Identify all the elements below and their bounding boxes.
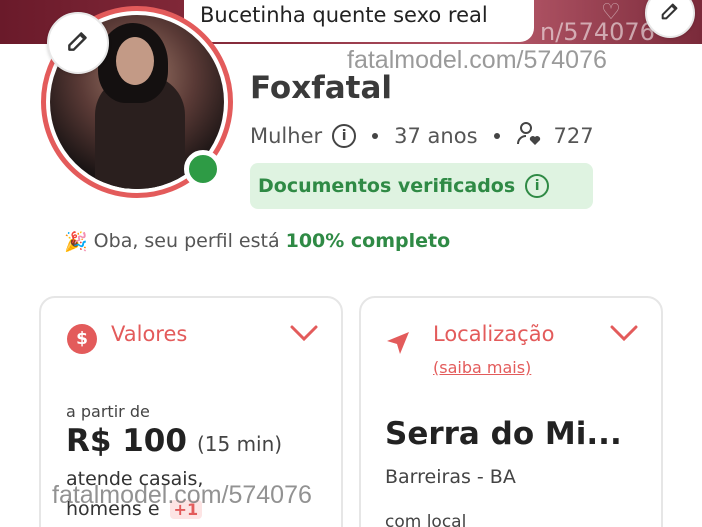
saiba-mais-link[interactable]: (saiba mais) <box>433 358 531 377</box>
navigation-arrow-icon <box>383 328 413 362</box>
localizacao-title: Localização <box>433 322 555 346</box>
bio-chip[interactable]: Bucetinha quente sexo real <box>184 0 534 42</box>
edit-avatar-button[interactable] <box>47 12 109 74</box>
online-status-dot <box>184 150 222 188</box>
info-icon[interactable]: i <box>332 124 357 148</box>
gender-label: Mulher <box>250 124 323 148</box>
verified-badge[interactable]: Documentos verificados i <box>250 163 593 209</box>
localizacao-card[interactable]: Localização (saiba mais) Serra do Mi... … <box>359 296 663 527</box>
followers-icon <box>516 121 544 152</box>
info-icon[interactable]: i <box>525 174 550 198</box>
separator-dot <box>493 133 500 139</box>
dollar-icon: $ <box>67 324 97 354</box>
price-duration: (15 min) <box>196 432 283 456</box>
price-value: R$ 100 <box>66 423 187 459</box>
chevron-down-icon[interactable] <box>609 324 639 346</box>
party-icon: 🎉 <box>64 230 88 253</box>
profile-completeness: 🎉 Oba, seu perfil está 100% completo <box>64 226 450 256</box>
chevron-down-icon[interactable] <box>289 324 319 346</box>
verified-label: Documentos verificados <box>258 175 516 197</box>
age-label: 37 anos <box>394 124 478 148</box>
completeness-percent: 100% completo <box>285 230 451 252</box>
profile-name: Foxfatal <box>250 70 392 106</box>
price-prefix: a partir de <box>66 402 150 421</box>
attend-location: com local <box>385 512 467 527</box>
avatar-face <box>116 37 154 85</box>
profile-meta: Mulher i 37 anos 727 <box>250 120 594 152</box>
separator-dot <box>372 133 379 139</box>
region-name: Barreiras - BA <box>385 466 516 488</box>
city-name: Serra do Mi... <box>385 416 622 452</box>
valores-title: Valores <box>111 322 188 346</box>
completeness-prefix: Oba, seu perfil está <box>93 230 280 252</box>
watermark-bottom: fatalmodel.com/574076 <box>52 481 312 509</box>
cover-watermark: n/574076 <box>540 18 655 46</box>
pencil-icon <box>659 0 681 26</box>
followers-count: 727 <box>553 124 594 148</box>
price-row: R$ 100 (15 min) <box>66 423 282 459</box>
pencil-icon <box>65 28 91 58</box>
